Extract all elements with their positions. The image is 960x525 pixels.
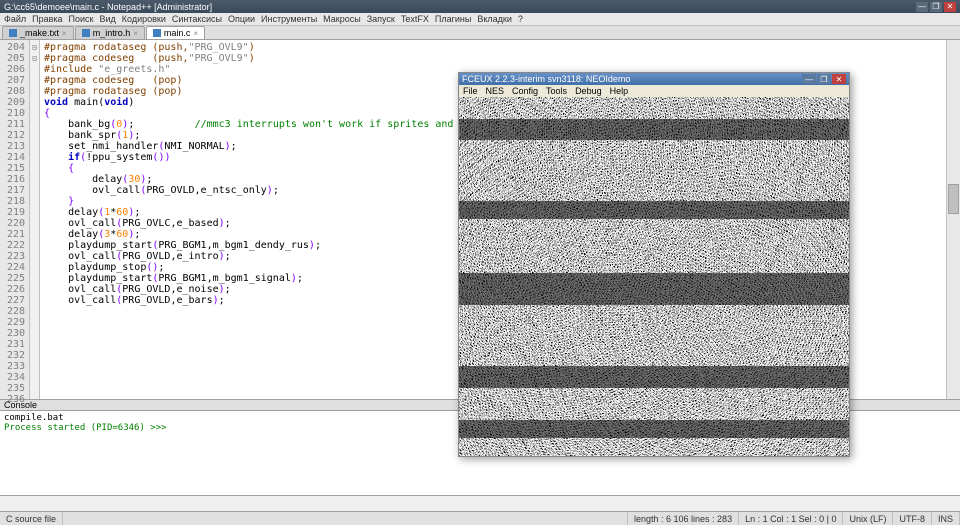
menu-item[interactable]: Макросы xyxy=(323,14,361,24)
emulator-window[interactable]: FCEUX 2.2.3-interim svn3118: NEOIdemo — … xyxy=(458,72,850,457)
menu-item[interactable]: Вкладки xyxy=(477,14,512,24)
status-position: Ln : 1 Col : 1 Sel : 0 | 0 xyxy=(739,512,843,525)
file-icon xyxy=(9,29,17,37)
menu-item[interactable]: Поиск xyxy=(69,14,94,24)
tab-label: m_intro.h xyxy=(93,28,131,38)
line-number-gutter: 2042052062072082092102112122132142152162… xyxy=(0,40,30,399)
emu-maximize-button[interactable]: ❐ xyxy=(817,74,831,84)
maximize-button[interactable]: ❐ xyxy=(930,2,942,12)
menu-item[interactable]: Запуск xyxy=(367,14,395,24)
status-bar: C source file length : 6 106 lines : 283… xyxy=(0,511,960,525)
fold-margin[interactable]: ⊟⊟ xyxy=(30,40,40,399)
menu-item[interactable]: Файл xyxy=(4,14,26,24)
status-eol: Unix (LF) xyxy=(843,512,893,525)
tab-label: main.c xyxy=(164,28,191,38)
vertical-scrollbar[interactable] xyxy=(946,40,960,399)
status-encoding: UTF-8 xyxy=(893,512,932,525)
emu-menu-item[interactable]: NES xyxy=(486,86,505,96)
emu-menu-item[interactable]: Tools xyxy=(546,86,567,96)
close-button[interactable]: ✕ xyxy=(944,2,956,12)
emu-menu-bar: File NES Config Tools Debug Help xyxy=(459,85,849,97)
emu-menu-item[interactable]: File xyxy=(463,86,478,96)
emu-titlebar[interactable]: FCEUX 2.2.3-interim svn3118: NEOIdemo — … xyxy=(459,73,849,85)
status-length: length : 6 106 lines : 283 xyxy=(628,512,739,525)
menu-item[interactable]: Кодировки xyxy=(122,14,166,24)
menu-item[interactable]: Инструменты xyxy=(261,14,317,24)
emu-menu-item[interactable]: Config xyxy=(512,86,538,96)
tab[interactable]: m_intro.h× xyxy=(75,26,145,39)
menu-item[interactable]: Опции xyxy=(228,14,255,24)
emu-minimize-button[interactable]: — xyxy=(802,74,816,84)
minimize-button[interactable]: — xyxy=(916,2,928,12)
tab-bar: _make.txt×m_intro.h×main.c× xyxy=(0,26,960,40)
app-title: G:\cc65\demoee\main.c - Notepad++ [Admin… xyxy=(4,2,212,12)
file-icon xyxy=(153,29,161,37)
menu-item[interactable]: Вид xyxy=(100,14,116,24)
emu-close-button[interactable]: ✕ xyxy=(832,74,846,84)
scrollbar-thumb[interactable] xyxy=(948,184,959,214)
status-insert-mode: INS xyxy=(932,512,960,525)
menu-item[interactable]: TextFX xyxy=(401,14,429,24)
menu-item[interactable]: ? xyxy=(518,14,523,24)
tab[interactable]: _make.txt× xyxy=(2,26,74,39)
tab-close-icon[interactable]: × xyxy=(133,29,138,38)
menu-item[interactable]: Плагины xyxy=(435,14,471,24)
emu-display xyxy=(459,97,849,456)
emu-title: FCEUX 2.2.3-interim svn3118: NEOIdemo xyxy=(462,74,630,84)
tab-label: _make.txt xyxy=(20,28,59,38)
emu-menu-item[interactable]: Debug xyxy=(575,86,602,96)
emu-menu-item[interactable]: Help xyxy=(610,86,629,96)
file-icon xyxy=(82,29,90,37)
tab-close-icon[interactable]: × xyxy=(193,29,198,38)
menu-item[interactable]: Синтаксисы xyxy=(172,14,222,24)
tab[interactable]: main.c× xyxy=(146,26,205,39)
menu-bar: Файл Правка Поиск Вид Кодировки Синтаксисы Опц… xyxy=(0,13,960,26)
menu-item[interactable]: Правка xyxy=(32,14,62,24)
tab-close-icon[interactable]: × xyxy=(62,29,67,38)
status-filetype: C source file xyxy=(0,512,63,525)
window-titlebar: G:\cc65\demoee\main.c - Notepad++ [Admin… xyxy=(0,0,960,13)
